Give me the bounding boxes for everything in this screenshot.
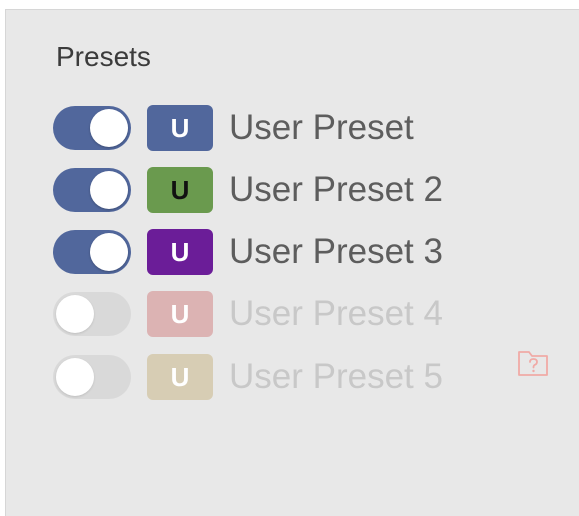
preset-badge-letter: U — [170, 362, 190, 392]
toggle-knob — [90, 109, 128, 147]
folder-question-icon[interactable] — [516, 348, 550, 378]
preset-row-5: U User Preset 5 — [53, 353, 443, 401]
presets-panel: Presets U User Preset U User Preset 2 U … — [5, 9, 579, 516]
preset-row-3: U User Preset 3 — [53, 228, 443, 276]
preset-toggle[interactable] — [53, 168, 131, 212]
toggle-knob — [56, 295, 94, 333]
preset-label: User Preset 5 — [229, 357, 443, 396]
preset-badge-letter: U — [170, 175, 190, 205]
preset-badge-letter: U — [170, 237, 190, 267]
preset-toggle[interactable] — [53, 292, 131, 336]
preset-badge: U — [147, 354, 213, 400]
preset-badge: U — [147, 291, 213, 337]
preset-label: User Preset 4 — [229, 294, 443, 333]
panel-title: Presets — [56, 41, 151, 72]
preset-toggle[interactable] — [53, 355, 131, 399]
preset-badge: U — [147, 167, 213, 213]
preset-badge: U — [147, 229, 213, 275]
preset-badge-letter: U — [170, 113, 190, 143]
preset-label: User Preset 2 — [229, 170, 443, 209]
preset-toggle[interactable] — [53, 230, 131, 274]
preset-row-2: U User Preset 2 — [53, 166, 443, 214]
preset-row-4: U User Preset 4 — [53, 290, 443, 338]
preset-label: User Preset — [229, 108, 414, 147]
preset-label: User Preset 3 — [229, 232, 443, 271]
preset-toggle[interactable] — [53, 106, 131, 150]
toggle-knob — [90, 171, 128, 209]
toggle-knob — [56, 358, 94, 396]
preset-badge: U — [147, 105, 213, 151]
toggle-knob — [90, 233, 128, 271]
preset-row-1: U User Preset — [53, 104, 414, 152]
preset-badge-letter: U — [170, 299, 190, 329]
